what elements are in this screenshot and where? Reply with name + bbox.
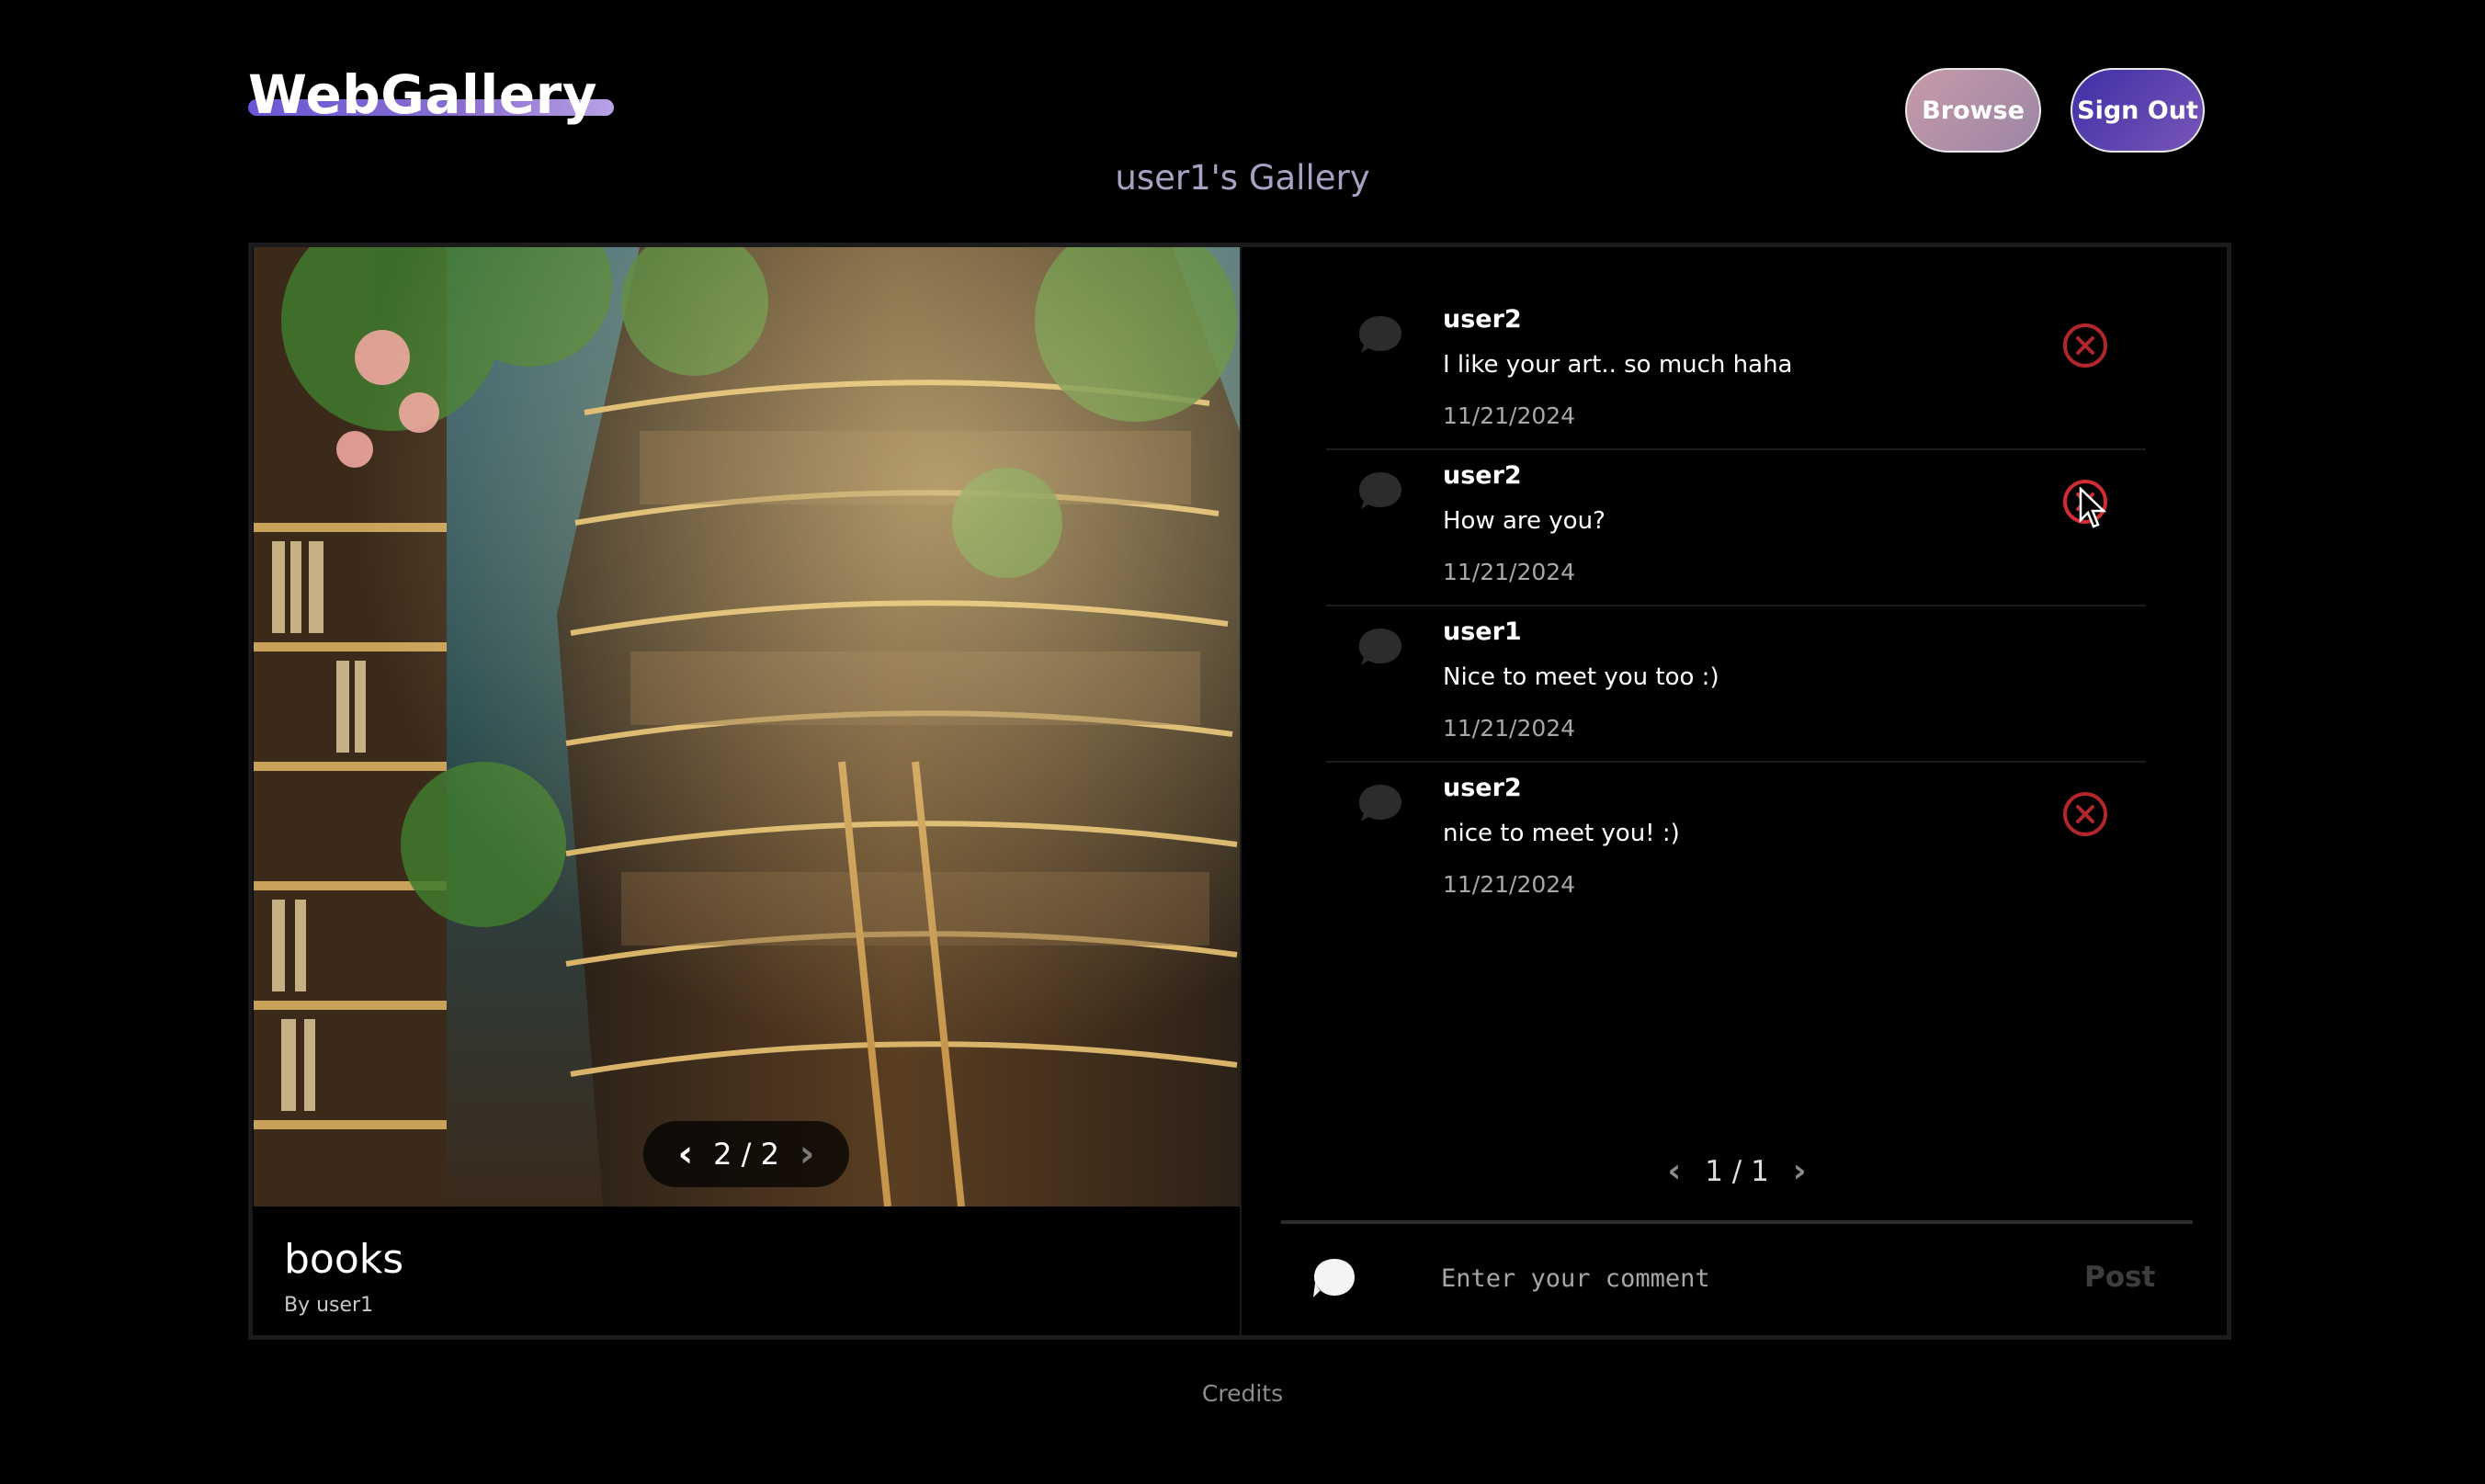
next-image-icon[interactable]: › xyxy=(800,1136,814,1172)
comment-author: user2 xyxy=(1443,461,1522,490)
comment-text: How are you? xyxy=(1443,507,1606,535)
panel-divider xyxy=(1240,247,1242,1335)
browse-button[interactable]: Browse xyxy=(1905,68,2041,153)
comment-date: 11/21/2024 xyxy=(1443,559,1576,585)
comment-item: user2 I like your art.. so much haha 11/… xyxy=(1326,294,2146,450)
comment-item: user1 Nice to meet you too :) 11/21/2024 xyxy=(1326,606,2146,763)
comment-text: I like your art.. so much haha xyxy=(1443,351,1793,379)
prev-comments-icon[interactable]: ‹ xyxy=(1667,1152,1681,1190)
comment-item: user2 nice to meet you! :) 11/21/2024 xyxy=(1326,763,2146,919)
comment-bubble-icon xyxy=(1359,785,1401,821)
gallery-title: user1's Gallery xyxy=(1115,158,1370,198)
post-comment-button[interactable]: Post xyxy=(2084,1261,2155,1294)
comment-input[interactable] xyxy=(1439,1257,2031,1299)
comment-bubble-icon xyxy=(1359,316,1401,353)
comment-form-divider xyxy=(1281,1220,2193,1224)
image-position: 2 / 2 xyxy=(713,1137,779,1172)
delete-comment-icon[interactable] xyxy=(2061,790,2109,838)
image-navigator: ‹ 2 / 2 › xyxy=(643,1121,849,1187)
comment-text: nice to meet you! :) xyxy=(1443,820,1680,847)
comment-author: user2 xyxy=(1443,305,1522,334)
comment-bubble-icon xyxy=(1313,1259,1355,1297)
comment-author: user1 xyxy=(1443,617,1522,646)
comment-page-indicator: 1 / 1 xyxy=(1705,1154,1769,1188)
next-comments-icon[interactable]: › xyxy=(1793,1152,1807,1190)
image-title: books xyxy=(284,1236,404,1283)
comment-item: user2 How are you? 11/21/2024 xyxy=(1326,450,2146,606)
gallery-image xyxy=(254,247,1240,1206)
image-author: By user1 xyxy=(284,1294,374,1317)
prev-image-icon[interactable]: ‹ xyxy=(678,1136,693,1172)
comment-pager: ‹ 1 / 1 › xyxy=(1654,1152,1820,1190)
comment-text: Nice to meet you too :) xyxy=(1443,663,1719,691)
mouse-cursor-icon xyxy=(2079,487,2106,528)
delete-comment-icon[interactable] xyxy=(2061,322,2109,369)
comment-bubble-icon xyxy=(1359,629,1401,665)
credits-link[interactable]: Credits xyxy=(0,1380,2485,1407)
sign-out-button[interactable]: Sign Out xyxy=(2071,68,2205,153)
comment-date: 11/21/2024 xyxy=(1443,871,1576,898)
logo-text: WebGallery xyxy=(248,63,598,126)
comment-date: 11/21/2024 xyxy=(1443,715,1576,742)
comment-author: user2 xyxy=(1443,774,1522,802)
site-logo[interactable]: WebGallery xyxy=(248,68,615,121)
comment-bubble-icon xyxy=(1359,472,1401,509)
comment-date: 11/21/2024 xyxy=(1443,402,1576,429)
